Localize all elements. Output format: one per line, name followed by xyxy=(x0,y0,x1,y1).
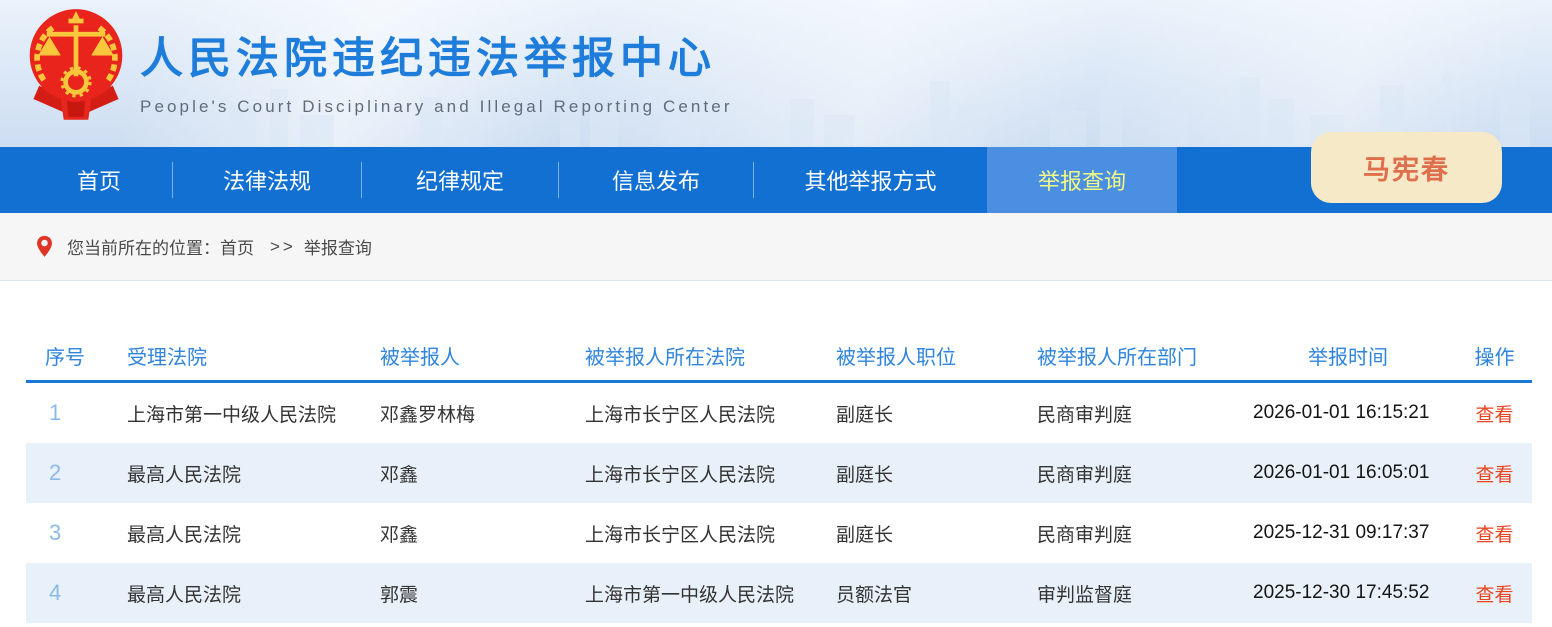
column-header-reported_person: 被举报人 xyxy=(380,341,585,370)
view-link[interactable]: 查看 xyxy=(1475,465,1513,486)
cell-reported_person: 邓鑫罗林梅 xyxy=(380,400,585,427)
column-header-time: 举报时间 xyxy=(1253,341,1443,370)
cell-reported_person: 邓鑫 xyxy=(380,520,585,547)
cell-time: 2025-12-30 17:45:52 xyxy=(1253,582,1443,604)
column-header-index: 序号 xyxy=(26,341,127,370)
user-badge[interactable]: 马宪春 xyxy=(1311,132,1502,203)
column-header-position: 被举报人职位 xyxy=(836,341,1037,370)
view-link[interactable]: 查看 xyxy=(1475,405,1513,426)
column-header-person_court: 被举报人所在法院 xyxy=(585,341,836,370)
cell-index: 2 xyxy=(26,460,127,486)
cell-action: 查看 xyxy=(1443,520,1532,547)
table-row: 3最高人民法院邓鑫上海市长宁区人民法院副庭长民商审判庭2025-12-31 09… xyxy=(26,503,1532,563)
breadcrumb: 您当前所在的位置： 首页 >> 举报查询 xyxy=(0,213,1552,281)
report-table: 序号受理法院被举报人被举报人所在法院被举报人职位被举报人所在部门举报时间操作 1… xyxy=(26,330,1532,623)
cell-department: 审判监督庭 xyxy=(1037,580,1253,607)
cell-person_court: 上海市长宁区人民法院 xyxy=(585,400,836,427)
breadcrumb-current: 举报查询 xyxy=(304,234,372,259)
cell-department: 民商审判庭 xyxy=(1037,460,1253,487)
nav-item-report-query[interactable]: 举报查询 xyxy=(987,147,1177,213)
nav-item-discipline[interactable]: 纪律规定 xyxy=(362,147,558,213)
nav-item-news[interactable]: 信息发布 xyxy=(559,147,753,213)
court-emblem-logo xyxy=(24,6,128,122)
column-header-department: 被举报人所在部门 xyxy=(1037,341,1253,370)
cell-index: 3 xyxy=(26,520,127,546)
cell-reported_person: 邓鑫 xyxy=(380,460,585,487)
cell-person_court: 上海市第一中级人民法院 xyxy=(585,580,836,607)
cell-court: 最高人民法院 xyxy=(127,460,380,487)
breadcrumb-home-link[interactable]: 首页 xyxy=(220,234,254,259)
cell-action: 查看 xyxy=(1443,400,1532,427)
cell-position: 员额法官 xyxy=(836,580,1037,607)
breadcrumb-prefix: 您当前所在的位置： xyxy=(67,234,220,259)
site-title: 人民法院违纪违法举报中心 xyxy=(140,24,733,86)
nav-item-laws[interactable]: 法律法规 xyxy=(173,147,361,213)
cell-court: 上海市第一中级人民法院 xyxy=(127,400,380,427)
cell-person_court: 上海市长宁区人民法院 xyxy=(585,520,836,547)
breadcrumb-separator: >> xyxy=(270,237,296,257)
table-row: 4最高人民法院郭震上海市第一中级人民法院员额法官审判监督庭2025-12-30 … xyxy=(26,563,1532,623)
location-pin-icon xyxy=(36,235,53,258)
cell-position: 副庭长 xyxy=(836,400,1037,427)
table-row: 2最高人民法院邓鑫上海市长宁区人民法院副庭长民商审判庭2026-01-01 16… xyxy=(26,443,1532,503)
site-header: 人民法院违纪违法举报中心 People's Court Disciplinary… xyxy=(0,0,1552,147)
table-body: 1上海市第一中级人民法院邓鑫罗林梅上海市长宁区人民法院副庭长民商审判庭2026-… xyxy=(26,383,1532,623)
main-nav: 首页法律法规纪律规定信息发布其他举报方式举报查询 马宪春 xyxy=(0,147,1552,213)
view-link[interactable]: 查看 xyxy=(1475,585,1513,606)
cell-action: 查看 xyxy=(1443,580,1532,607)
cell-index: 1 xyxy=(26,400,127,426)
table-row: 1上海市第一中级人民法院邓鑫罗林梅上海市长宁区人民法院副庭长民商审判庭2026-… xyxy=(26,383,1532,443)
cell-reported_person: 郭震 xyxy=(380,580,585,607)
cell-index: 4 xyxy=(26,580,127,606)
nav-items: 首页法律法规纪律规定信息发布其他举报方式举报查询 xyxy=(0,147,1177,213)
table-header-row: 序号受理法院被举报人被举报人所在法院被举报人职位被举报人所在部门举报时间操作 xyxy=(26,330,1532,383)
cell-department: 民商审判庭 xyxy=(1037,520,1253,547)
view-link[interactable]: 查看 xyxy=(1475,525,1513,546)
cell-position: 副庭长 xyxy=(836,460,1037,487)
cell-time: 2026-01-01 16:15:21 xyxy=(1253,402,1443,424)
cell-person_court: 上海市长宁区人民法院 xyxy=(585,460,836,487)
cell-time: 2025-12-31 09:17:37 xyxy=(1253,522,1443,544)
nav-item-home[interactable]: 首页 xyxy=(0,147,172,213)
cell-position: 副庭长 xyxy=(836,520,1037,547)
main-content: 序号受理法院被举报人被举报人所在法院被举报人职位被举报人所在部门举报时间操作 1… xyxy=(0,330,1552,623)
cell-department: 民商审判庭 xyxy=(1037,400,1253,427)
cell-court: 最高人民法院 xyxy=(127,520,380,547)
column-header-court: 受理法院 xyxy=(127,341,380,370)
site-subtitle: People's Court Disciplinary and Illegal … xyxy=(140,97,733,117)
nav-item-other-report[interactable]: 其他举报方式 xyxy=(754,147,987,213)
cell-court: 最高人民法院 xyxy=(127,580,380,607)
cell-action: 查看 xyxy=(1443,460,1532,487)
cell-time: 2026-01-01 16:05:01 xyxy=(1253,462,1443,484)
column-header-action: 操作 xyxy=(1443,341,1532,370)
